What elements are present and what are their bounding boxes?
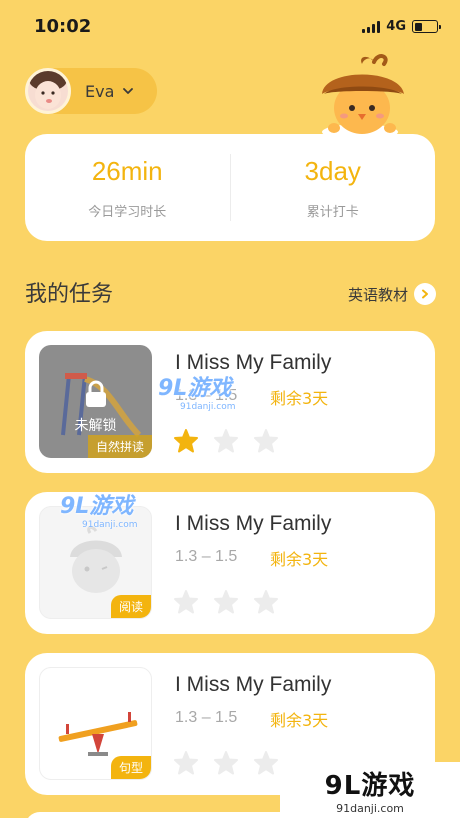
profile-switcher[interactable]: Eva (25, 68, 157, 114)
watermark: 9L游戏 91danji.com (158, 370, 235, 412)
star-filled-icon (174, 429, 198, 453)
textbook-link[interactable]: 英语教材 (348, 283, 436, 305)
lock-label: 未解锁 (74, 418, 117, 434)
profile-name: Eva (85, 81, 115, 101)
stat-label: 今日学习时长 (88, 204, 167, 220)
lock-icon (85, 380, 106, 407)
watermark-site: 91danji.com (82, 520, 138, 530)
stat-label: 累计打卡 (306, 204, 359, 220)
stats-card: 26min 今日学习时长 3day 累计打卡 (25, 134, 435, 241)
chevron-down-icon (123, 88, 134, 94)
task-thumbnail: 未解锁 自然拼读 (39, 345, 152, 458)
task-title: I Miss My Family (175, 512, 332, 535)
task-title: I Miss My Family (175, 673, 332, 696)
watermark-brand: 9L游戏 (324, 771, 416, 801)
task-remaining: 剩余3天 (270, 711, 329, 730)
watermark-brand: 9L游戏 (158, 376, 232, 401)
star-empty-icon (174, 590, 198, 614)
avatar (25, 68, 71, 114)
star-rating (173, 428, 279, 454)
task-thumbnail: 句型 (39, 667, 152, 780)
watermark-brand: 9L游戏 (60, 494, 134, 519)
stat-checkin-days: 3day 累计打卡 (231, 134, 436, 241)
star-empty-icon (254, 590, 278, 614)
lock-overlay: 未解锁 (39, 379, 152, 435)
task-range: 1.3 – 1.5 (175, 548, 238, 565)
battery-icon (412, 20, 441, 33)
section-title: 我的任务 (25, 282, 114, 307)
signal-icon (362, 20, 381, 33)
watermark-site: 91danji.com (336, 802, 404, 815)
star-empty-icon (254, 751, 278, 775)
stat-value: 3day (304, 155, 361, 186)
stat-study-time: 26min 今日学习时长 (25, 134, 230, 241)
watermark-corner: 9L游戏 91danji.com (280, 762, 460, 818)
textbook-link-label: 英语教材 (347, 285, 408, 304)
star-empty-icon (214, 590, 238, 614)
star-empty-icon (254, 429, 278, 453)
acorn-mascot-icon (322, 54, 404, 140)
status-bar: 10:02 4G (0, 0, 460, 54)
arrow-right-icon (414, 283, 436, 305)
star-rating (173, 750, 279, 776)
task-range: 1.3 – 1.5 (175, 709, 238, 726)
star-empty-icon (174, 751, 198, 775)
status-indicators: 4G (362, 19, 441, 34)
status-time: 10:02 (34, 16, 92, 37)
watermark: 9L游戏 91danji.com (60, 488, 137, 530)
task-remaining: 剩余3天 (270, 550, 329, 569)
star-rating (173, 589, 279, 615)
stat-value: 26min (91, 155, 163, 186)
network-label: 4G (386, 19, 406, 34)
task-remaining: 剩余3天 (270, 389, 329, 408)
watermark-site: 91danji.com (180, 402, 236, 412)
star-empty-icon (214, 751, 238, 775)
task-type-tag: 句型 (110, 756, 151, 779)
star-empty-icon (214, 429, 238, 453)
task-type-tag: 阅读 (110, 595, 151, 618)
task-type-tag: 自然拼读 (87, 435, 152, 458)
